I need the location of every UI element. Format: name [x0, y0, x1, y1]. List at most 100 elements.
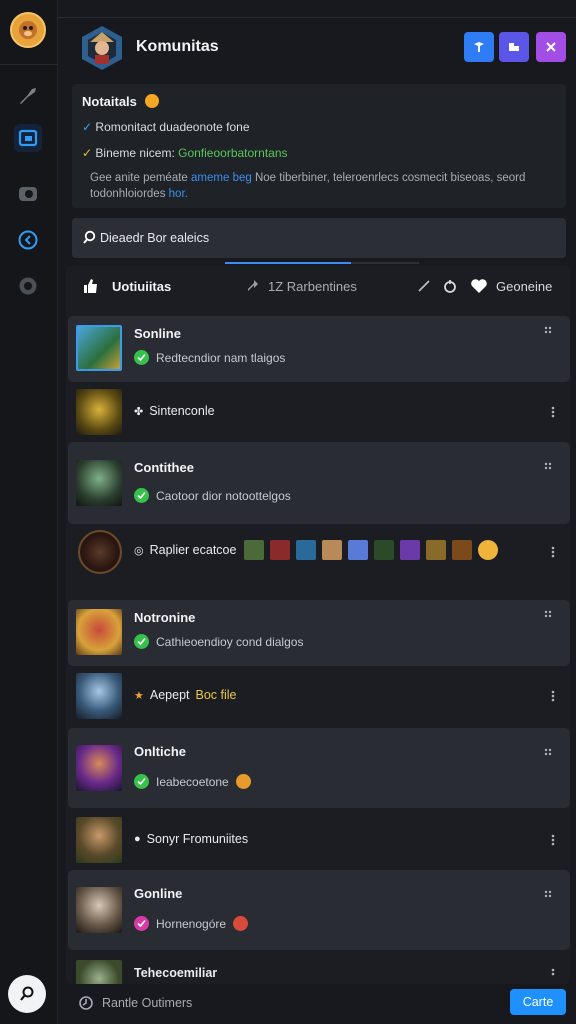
- member-avatar: [76, 609, 122, 655]
- list-item[interactable]: Tehecoemiliar: [68, 956, 570, 984]
- drag-handle-icon[interactable]: [544, 748, 552, 756]
- more-icon[interactable]: [550, 968, 556, 980]
- tab-communities[interactable]: Uotiuiitas: [112, 279, 171, 294]
- rail-rocket-icon[interactable]: [14, 82, 42, 110]
- member-status: Cathieoendioy cond dialgos: [134, 634, 303, 649]
- tab-favorites[interactable]: Geoneine: [496, 279, 552, 294]
- member-avatar: [76, 960, 122, 984]
- member-name: ★ Aepept Boc file: [134, 688, 237, 702]
- list-item[interactable]: ● Sonyr Fromuniites: [68, 812, 570, 868]
- progress-fill: [225, 262, 352, 264]
- status-icon: [134, 916, 149, 931]
- drag-handle-icon[interactable]: [544, 890, 552, 898]
- chat-button[interactable]: [499, 32, 529, 62]
- rail-cloud-icon[interactable]: [14, 180, 42, 208]
- drag-handle-icon[interactable]: [544, 326, 552, 334]
- member-status: Redtecndior nam tlaigos: [134, 350, 285, 365]
- mini-avatar: [400, 540, 420, 560]
- rail-ring-icon[interactable]: [14, 272, 42, 300]
- check-icon: ✓: [82, 120, 93, 134]
- tab-members[interactable]: 1Z Rarbentines: [268, 279, 357, 294]
- close-button[interactable]: [536, 32, 566, 62]
- app-logo[interactable]: [10, 12, 46, 48]
- list-item[interactable]: Notronine Cathieoendioy cond dialgos: [68, 600, 570, 666]
- notification-line-1: ✓ Romonitact duadeonote fone: [82, 120, 250, 134]
- mini-avatar: [244, 540, 264, 560]
- notification-line-2: ✓ Bineme nicem: Gonfieoorbatorntans: [82, 146, 288, 160]
- search-icon: [83, 230, 96, 244]
- mini-avatar: [452, 540, 472, 560]
- list-item[interactable]: ✤ Sintenconle: [68, 384, 570, 440]
- member-name: Gonline: [134, 886, 183, 901]
- member-status: Ieabecoetone: [134, 774, 251, 789]
- member-name: Contithee: [134, 460, 194, 475]
- emoji-icon: [144, 94, 159, 108]
- mini-avatar: [426, 540, 446, 560]
- chat-icon: [509, 43, 519, 51]
- member-name: Notronine: [134, 610, 196, 625]
- member-status: Caotoor dior notoottelgos: [134, 488, 291, 503]
- footer-bar: Rantle Outimers Carte: [58, 984, 576, 1024]
- list-item[interactable]: ★ Aepept Boc file: [68, 668, 570, 724]
- member-avatar: [76, 887, 122, 933]
- help-button[interactable]: [8, 975, 46, 1013]
- emoji-icon: [235, 774, 251, 789]
- member-avatar: [76, 325, 122, 371]
- online-check-icon: [134, 488, 149, 503]
- list-item[interactable]: ◎ Raplier ecatcoe: [68, 528, 570, 576]
- close-icon: [546, 42, 556, 52]
- member-avatar: [76, 817, 122, 863]
- share-icon: [248, 280, 258, 291]
- heart-icon: [233, 916, 249, 931]
- refresh-icon[interactable]: [442, 278, 458, 294]
- footer-text: Rantle Outimers: [102, 996, 193, 1010]
- community-title: Komunitas: [136, 38, 219, 55]
- community-avatar[interactable]: [78, 24, 126, 72]
- more-icon[interactable]: [550, 690, 556, 702]
- drag-handle-icon[interactable]: [544, 462, 552, 470]
- mini-avatar: [322, 540, 342, 560]
- community-header: Komunitas: [78, 24, 568, 74]
- rail-divider: [0, 64, 58, 65]
- mini-avatar: [348, 540, 368, 560]
- member-name: Onltiche: [134, 744, 187, 759]
- member-name: ◎ Raplier ecatcoe: [134, 543, 237, 557]
- avatar-strip: [244, 540, 498, 560]
- notification-title: Notaitals: [82, 94, 159, 109]
- more-icon[interactable]: [550, 546, 556, 558]
- online-check-icon: [134, 350, 149, 365]
- mini-avatar: [296, 540, 316, 560]
- list-item[interactable]: Contithee Caotoor dior notoottelgos: [68, 442, 570, 524]
- rail-folder-icon[interactable]: [14, 124, 42, 152]
- emoji-icon: [478, 540, 498, 560]
- pen-icon[interactable]: [418, 280, 430, 292]
- list-item[interactable]: Sonline Redtecndior nam tlaigos: [68, 316, 570, 382]
- search-icon: [20, 986, 34, 1001]
- member-avatar: [76, 673, 122, 719]
- member-name: Sonline: [134, 326, 181, 341]
- notification-link[interactable]: ameme beg: [191, 172, 252, 184]
- member-status: Hornenogóre: [134, 916, 249, 931]
- pin-button[interactable]: [464, 32, 494, 62]
- notification-link[interactable]: hor.: [169, 188, 188, 200]
- rail-compass-icon[interactable]: [14, 226, 42, 254]
- online-check-icon: [134, 774, 149, 789]
- more-icon[interactable]: [550, 834, 556, 846]
- panel-tabs: Uotiuiitas 1Z Rarbentines Geoneine: [66, 266, 570, 308]
- mini-avatar: [270, 540, 290, 560]
- drag-handle-icon[interactable]: [544, 610, 552, 618]
- member-name: ● Sonyr Fromuniites: [134, 832, 249, 846]
- notification-box: Notaitals ✓ Romonitact duadeonote fone ✓…: [72, 84, 566, 208]
- circle-icon: ◎: [134, 544, 144, 557]
- top-divider: [58, 17, 576, 18]
- search-input[interactable]: Dieaedr Bor ealeics: [72, 218, 566, 258]
- member-name: ✤ Sintenconle: [134, 404, 215, 418]
- footer-action-button[interactable]: Carte: [510, 989, 566, 1015]
- more-icon[interactable]: [550, 406, 556, 418]
- member-avatar: [78, 530, 122, 574]
- list-item[interactable]: Gonline Hornenogóre: [68, 870, 570, 950]
- search-placeholder: Dieaedr Bor ealeics: [100, 231, 210, 245]
- member-avatar: [76, 460, 122, 506]
- list-item[interactable]: Onltiche Ieabecoetone: [68, 728, 570, 808]
- member-name: Tehecoemiliar: [134, 966, 218, 980]
